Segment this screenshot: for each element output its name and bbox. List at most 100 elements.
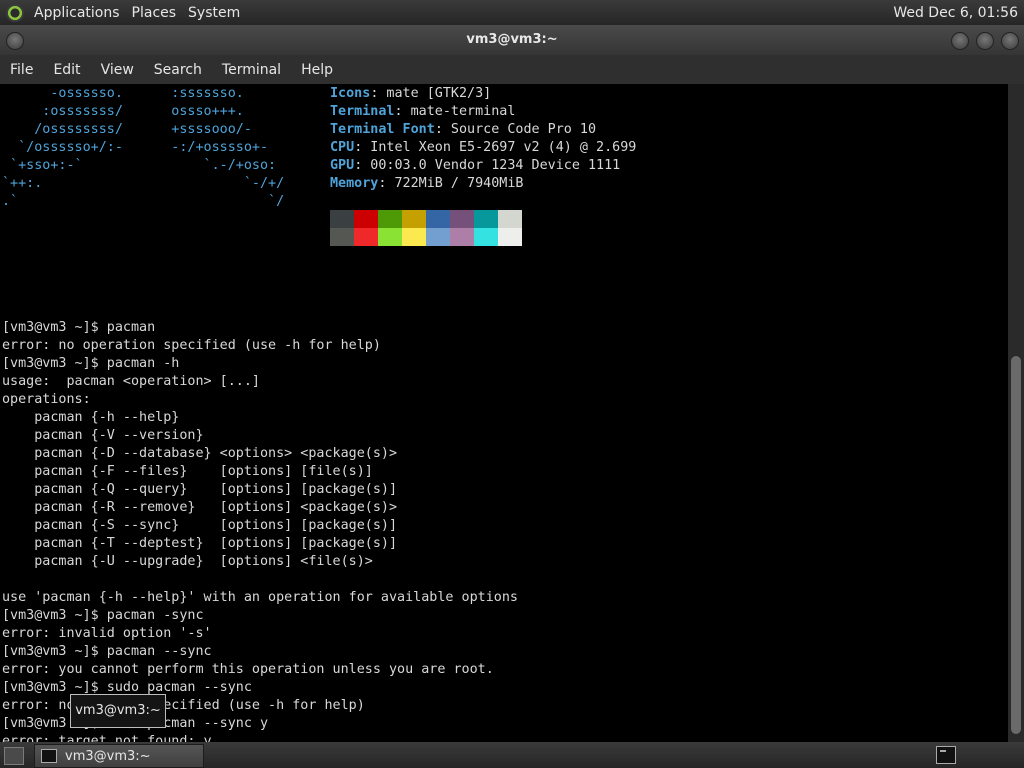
ascii-line: :osssssss/ ossso+++. [2,104,244,119]
ascii-line: `++:. `-/+/ [2,176,285,191]
ascii-logo: -ossssso. :sssssso. :osssssss/ ossso+++.… [2,85,284,211]
terminal-line: pacman {-F --files} [options] [file(s)] [2,464,373,479]
terminal-line: pacman {-h --help} [2,410,180,425]
terminal-line: error: you cannot perform this operation… [2,662,494,677]
bottom-panel: vm3@vm3:~ [0,742,1024,768]
info-value: mate-terminal [402,104,516,119]
top-panel: Applications Places System Wed Dec 6, 01… [0,0,1024,26]
info-line: GPU: 00:03.0 Vendor 1234 Device 1111 [330,157,636,175]
info-label: GPU [330,158,355,173]
mate-logo-icon[interactable] [6,3,24,22]
info-value: 722MiB / 7940MiB [386,176,524,191]
color-swatch [450,210,474,228]
color-swatch [498,228,522,246]
show-desktop-icon[interactable] [4,747,24,765]
info-line: Terminal: mate-terminal [330,103,636,121]
terminal-line: [vm3@vm3 ~]$ pacman -h [2,356,180,371]
info-value: Intel Xeon E5-2697 v2 (4) @ 2.699 [362,140,637,155]
taskbar-window-label: vm3@vm3:~ [65,748,151,764]
color-swatch [402,228,426,246]
info-label: Memory [330,176,379,191]
color-swatch [474,210,498,228]
info-line: Icons: mate [GTK2/3] [330,85,636,103]
color-swatch [426,210,450,228]
menu-system[interactable]: System [184,5,248,21]
terminal-area[interactable]: -ossssso. :sssssso. :osssssss/ ossso+++.… [0,84,1008,742]
terminal-line: pacman {-S --sync} [options] [package(s)… [2,518,398,533]
menu-help[interactable]: Help [291,62,343,78]
info-value: 00:03.0 Vendor 1234 Device 1111 [362,158,621,173]
info-label: Terminal Font [330,122,435,137]
info-label: Icons [330,86,371,101]
terminal-line: [vm3@vm3 ~]$ sudo pacman --sync [2,680,252,695]
color-swatch [378,228,402,246]
terminal-output: [vm3@vm3 ~]$ pacman error: no operation … [0,282,1008,742]
info-line: Memory: 722MiB / 7940MiB [330,175,636,193]
close-icon[interactable] [1001,32,1019,50]
info-value: Source Code Pro 10 [442,122,597,137]
terminal-line: pacman {-Q --query} [options] [package(s… [2,482,398,497]
terminal-scrollbar[interactable] [1008,84,1024,742]
terminal-line: error: target not found: y [2,734,212,742]
color-swatch [354,228,378,246]
clock[interactable]: Wed Dec 6, 01:56 [893,5,1024,21]
window-titlebar[interactable]: vm3@vm3:~ [0,25,1024,55]
terminal-line: pacman {-T --deptest} [options] [package… [2,536,398,551]
ascii-line: -ossssso. :sssssso. [2,86,244,101]
terminal-line: use 'pacman {-h --help}' with an operati… [2,590,518,605]
info-value: mate [GTK2/3] [378,86,492,101]
terminal-line: error: no targets specified (use -h for … [2,698,365,713]
info-colon: : [434,122,443,137]
taskbar-window-button[interactable]: vm3@vm3:~ [34,744,204,768]
menu-file[interactable]: File [0,62,43,78]
color-row-bright [330,228,522,246]
terminal-icon [41,749,57,763]
system-info: Icons: mate [GTK2/3] Terminal: mate-termi… [330,85,636,193]
taskbar-tooltip: vm3@vm3:~ [70,694,166,728]
ascii-line: .` `/ [2,194,285,209]
menu-view[interactable]: View [91,62,144,78]
color-swatch [426,228,450,246]
scrollbar-thumb[interactable] [1011,356,1021,734]
info-label: Terminal [330,104,395,119]
menu-terminal[interactable]: Terminal [212,62,291,78]
color-swatch [330,228,354,246]
terminal-line: pacman {-R --remove} [options] <package(… [2,500,398,515]
terminal-line: [vm3@vm3 ~]$ pacman --sync [2,644,212,659]
terminal-line: operations: [2,392,91,407]
menu-places[interactable]: Places [128,5,185,21]
info-label: CPU [330,140,355,155]
ascii-line: /ossssssss/ +ssssooo/- [2,122,252,137]
terminal-line: [vm3@vm3 ~]$ pacman -sync [2,608,204,623]
terminal-line: [vm3@vm3 ~]$ pacman [2,320,156,335]
info-colon: : [394,104,403,119]
window-title: vm3@vm3:~ [466,32,558,47]
color-swatch [330,210,354,228]
tray-terminal-icon[interactable] [936,746,956,764]
ascii-line: `/ossssso+/:- -:/+osssso+- [2,140,269,155]
menu-applications[interactable]: Applications [30,5,128,21]
color-swatch [474,228,498,246]
color-swatch [378,210,402,228]
terminal-line: error: invalid option '-s' [2,626,212,641]
terminal-line: usage: pacman <operation> [...] [2,374,260,389]
color-swatch [402,210,426,228]
terminal-line: pacman {-D --database} <options> <packag… [2,446,398,461]
menu-search[interactable]: Search [144,62,212,78]
terminal-line: error: no operation specified (use -h fo… [2,338,381,353]
ascii-line: `+sso+:-` `.-/+oso: [2,158,277,173]
terminal-line: pacman {-V --version} [2,428,204,443]
terminal-menubar: File Edit View Search Terminal Help [0,55,1024,84]
terminal-line: pacman {-U --upgrade} [options] <file(s)… [2,554,373,569]
color-swatch [498,210,522,228]
color-palette [330,210,522,246]
color-swatch [450,228,474,246]
maximize-icon[interactable] [976,32,994,50]
neofetch-output: -ossssso. :sssssso. :osssssss/ ossso+++.… [0,84,1008,282]
minimize-icon[interactable] [951,32,969,50]
info-line: CPU: Intel Xeon E5-2697 v2 (4) @ 2.699 [330,139,636,157]
menu-edit[interactable]: Edit [43,62,90,78]
color-row-normal [330,210,522,228]
info-line: Terminal Font: Source Code Pro 10 [330,121,636,139]
color-swatch [354,210,378,228]
